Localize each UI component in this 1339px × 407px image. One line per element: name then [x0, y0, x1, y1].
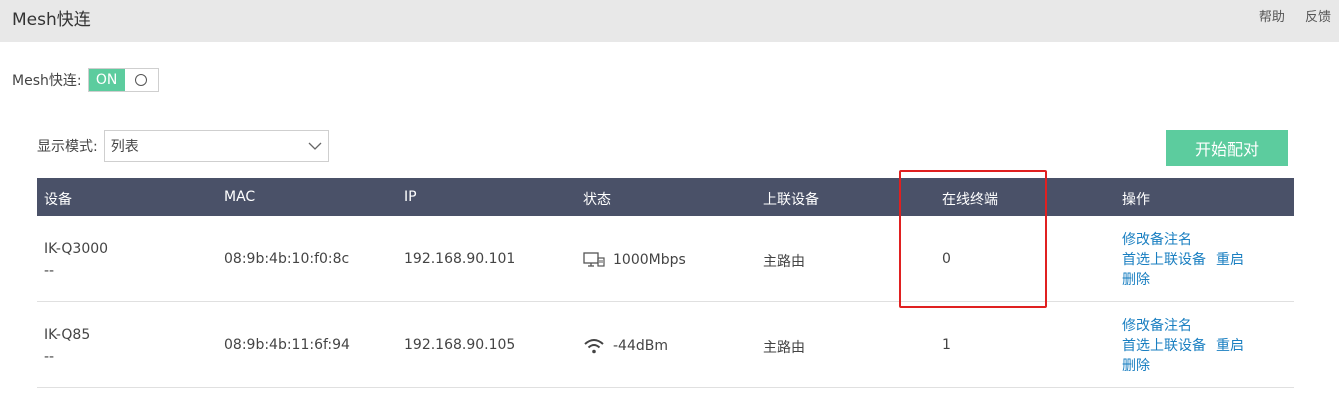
device-name: IK-Q85 — [44, 327, 91, 343]
device-name: IK-Q3000 — [44, 241, 109, 257]
toggle-on-state[interactable]: ON — [88, 69, 125, 91]
display-mode-label: 显示模式: — [37, 139, 98, 155]
ip-cell: 192.168.90.101 — [404, 251, 516, 267]
table-header: 设备 MAC IP 状态 上联设备 在线终端 操作 — [37, 178, 1294, 216]
column-header-actions: 操作 — [1122, 192, 1150, 208]
status-value: -44dBm — [613, 338, 668, 354]
delete-link[interactable]: 删除 — [1122, 272, 1150, 288]
status-cell: -44dBm — [583, 337, 668, 355]
mac-cell: 08:9b:4b:11:6f:94 — [224, 337, 350, 353]
reboot-link[interactable]: 重启 — [1216, 252, 1244, 268]
wifi-icon — [584, 339, 604, 354]
actions-cell: 修改备注名 首选上联设备 重启 删除 — [1122, 316, 1244, 376]
delete-link[interactable]: 删除 — [1122, 358, 1150, 374]
ip-cell: 192.168.90.105 — [404, 337, 516, 353]
uplink-cell: 主路由 — [763, 254, 805, 270]
online-clients-cell: 1 — [942, 337, 951, 353]
ethernet-icon — [583, 252, 605, 267]
display-mode-value: 列表 — [110, 139, 139, 155]
device-cell: IK-Q3000 -- — [44, 238, 108, 282]
prefer-uplink-link[interactable]: 首选上联设备 — [1122, 252, 1206, 268]
table-row: IK-Q3000 -- 08:9b:4b:10:f0:8c 192.168.90… — [37, 216, 1294, 302]
status-value: 1000Mbps — [613, 252, 686, 268]
column-header-online-clients: 在线终端 — [942, 192, 998, 208]
status-cell: 1000Mbps — [583, 251, 686, 269]
device-table: 设备 MAC IP 状态 上联设备 在线终端 操作 IK-Q3000 -- 08… — [37, 178, 1294, 388]
mac-cell: 08:9b:4b:10:f0:8c — [224, 251, 350, 267]
feedback-link[interactable]: 反馈 — [1305, 10, 1331, 25]
column-header-ip: IP — [404, 189, 417, 205]
mesh-toggle[interactable]: ON — [87, 68, 159, 92]
mesh-label: Mesh快连: — [12, 73, 82, 89]
display-mode-select[interactable]: 列表 — [103, 130, 329, 162]
mesh-toggle-row: Mesh快连: ON — [12, 68, 159, 92]
device-cell: IK-Q85 -- — [44, 324, 90, 368]
reboot-link[interactable]: 重启 — [1216, 338, 1244, 354]
top-links: 帮助 反馈 — [1243, 6, 1331, 25]
uplink-cell: 主路由 — [763, 340, 805, 356]
page-title: Mesh快连 — [12, 10, 91, 30]
toggle-off-state[interactable] — [125, 69, 158, 91]
column-header-uplink: 上联设备 — [763, 192, 819, 208]
column-header-status: 状态 — [583, 192, 611, 208]
chevron-down-icon — [308, 142, 322, 150]
table-row: IK-Q85 -- 08:9b:4b:11:6f:94 192.168.90.1… — [37, 302, 1294, 388]
display-mode-row: 显示模式: 列表 — [37, 130, 329, 162]
help-link[interactable]: 帮助 — [1259, 10, 1285, 25]
start-pairing-button[interactable]: 开始配对 — [1166, 130, 1288, 166]
rename-link[interactable]: 修改备注名 — [1122, 318, 1192, 334]
circle-icon — [135, 74, 148, 86]
rename-link[interactable]: 修改备注名 — [1122, 232, 1192, 248]
device-remark: -- — [44, 263, 55, 279]
column-header-device: 设备 — [44, 192, 72, 208]
column-header-mac: MAC — [224, 189, 256, 205]
online-clients-cell: 0 — [942, 251, 951, 267]
top-bar: Mesh快连 帮助 反馈 — [0, 0, 1339, 42]
prefer-uplink-link[interactable]: 首选上联设备 — [1122, 338, 1206, 354]
actions-cell: 修改备注名 首选上联设备 重启 删除 — [1122, 230, 1244, 290]
device-remark: -- — [44, 349, 55, 365]
